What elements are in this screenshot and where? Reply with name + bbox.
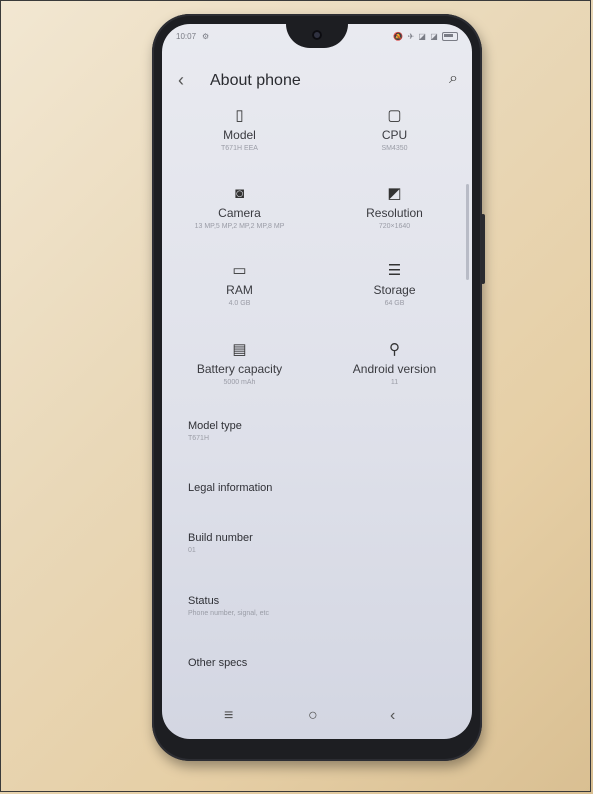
phone-screen: 10:07 ⚙ 🔕 ✈ ◪ ◪ ‹ About phone ⌕ ▯ Model … (162, 24, 472, 739)
list-item-title: Model type (188, 420, 242, 432)
back-arrow-icon[interactable]: ‹ (178, 70, 184, 91)
list-item-build-number[interactable]: Build number 01 (188, 532, 452, 554)
list-item-model-type[interactable]: Model type T671H (188, 420, 452, 442)
list-item-subtitle: Phone number, signal, etc (188, 610, 269, 617)
about-list: Model type T671H Legal information Build… (188, 24, 452, 739)
list-item-title: Build number (188, 532, 253, 544)
list-item-other-specs[interactable]: Other specs (188, 657, 452, 669)
list-item-title: Legal information (188, 482, 273, 494)
list-item-subtitle: 01 (188, 547, 196, 554)
list-item-subtitle: T671H (188, 435, 210, 442)
list-item-legal[interactable]: Legal information (188, 482, 452, 494)
home-icon[interactable]: ○ (308, 707, 318, 725)
phone-device: 10:07 ⚙ 🔕 ✈ ◪ ◪ ‹ About phone ⌕ ▯ Model … (152, 14, 485, 761)
list-item-status[interactable]: Status Phone number, signal, etc (188, 595, 452, 617)
side-button (481, 214, 485, 284)
list-item-title: Other specs (188, 657, 248, 669)
navigation-bar: ≡ ○ ‹ (162, 699, 472, 739)
menu-icon[interactable]: ≡ (224, 707, 233, 725)
nav-back-icon[interactable]: ‹ (390, 707, 395, 725)
list-item-title: Status (188, 595, 220, 607)
